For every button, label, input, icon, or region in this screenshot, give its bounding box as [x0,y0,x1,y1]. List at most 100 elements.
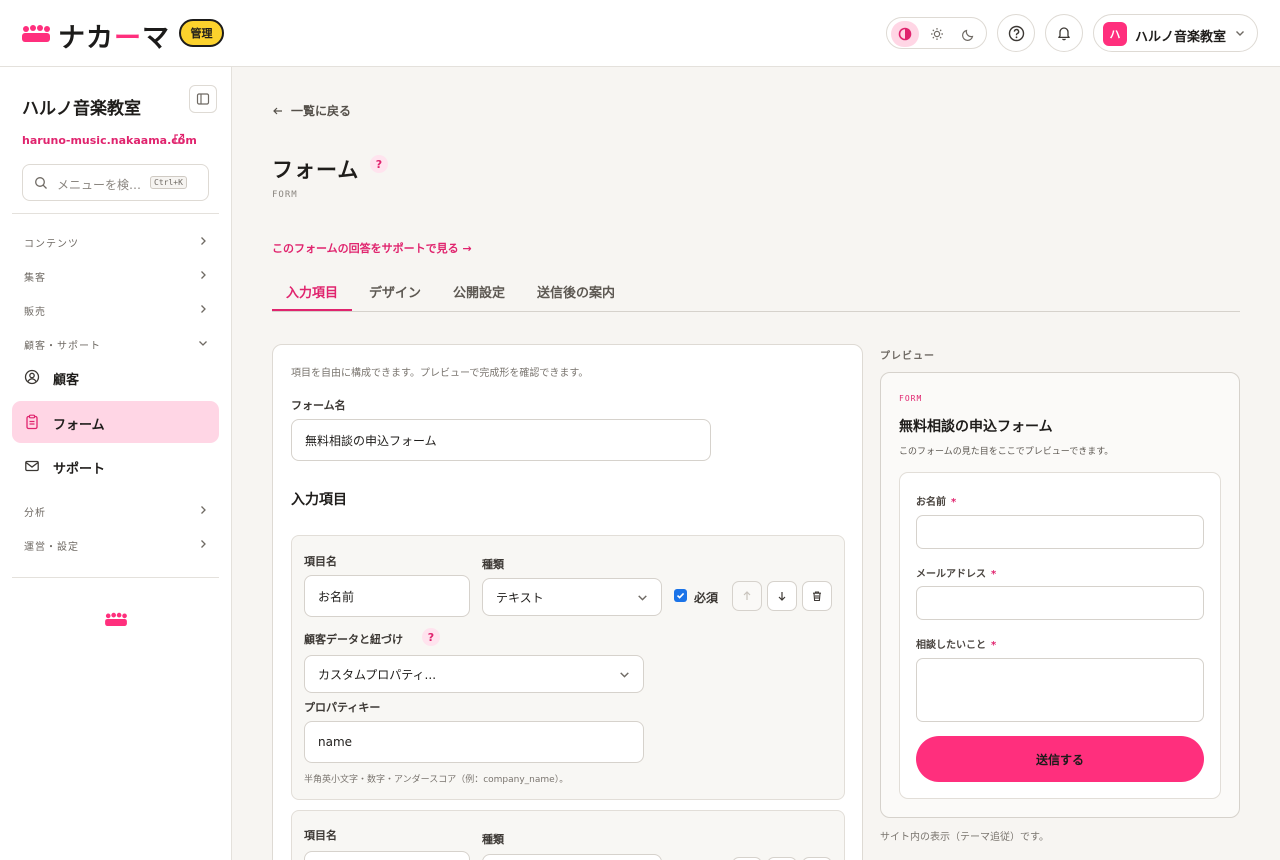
site-name: ハルノ音楽教室 [22,99,141,119]
editor-intro: 項目を自由に構成できます。プレビューで完成形を確認できます。 [291,368,589,379]
property-key-value: name [318,735,353,749]
chevron-right-icon [201,506,206,514]
group-label: 販売 [24,307,46,318]
sidebar-item-customers[interactable]: 顧客 [12,356,219,398]
field-name-label: 項目名 [304,829,337,842]
field-name-value: お名前 [318,589,355,604]
field-name-input[interactable] [304,851,470,860]
help-question-icon[interactable]: ? [370,155,388,173]
sidebar-item-forms[interactable]: フォーム [12,401,219,443]
help-question-icon[interactable]: ? [422,628,440,646]
sidebar-group-operations[interactable]: 運営・設定 [12,534,219,556]
arrow-up-icon [743,591,751,600]
brand-logo[interactable]: ナカーマ [58,16,170,55]
preview-title: 無料相談の申込フォーム [899,419,1053,435]
field-type-select[interactable] [482,854,662,860]
help-icon [1008,25,1024,41]
chevron-down-icon [638,595,647,601]
sidebar-group-sales[interactable]: 販売 [12,299,219,321]
chevron-right-icon [201,305,206,313]
view-in-support-link[interactable]: このフォームの回答をサポートで見る → [272,240,472,256]
property-key-input[interactable]: name [304,721,644,763]
field-type-select[interactable]: テキスト [482,578,662,616]
sidebar-item-label: サポート [53,462,106,477]
preview-submit-button[interactable]: 送信する [916,736,1204,782]
field-name-input[interactable]: お名前 [304,575,470,617]
admin-badge: 管理 [179,19,224,47]
fields-heading: 入力項目 [291,492,347,508]
back-to-list-link[interactable]: 一覧に戻る [272,102,351,119]
move-up-button[interactable] [732,581,762,611]
link-customer-data-label: 顧客データと紐づけ [304,633,403,646]
search-shortcut: Ctrl+K [150,176,187,189]
delete-field-button[interactable] [802,581,832,611]
group-label: 分析 [24,508,46,519]
chevron-right-icon [201,271,206,279]
sidebar-divider [12,213,219,214]
sidebar-group-analytics[interactable]: 分析 [12,500,219,522]
group-label: 集客 [24,273,46,284]
chevron-down-icon [199,341,207,346]
trash-icon [813,591,821,602]
tab-after-submit[interactable]: 送信後の案内 [537,282,615,301]
help-button[interactable] [997,14,1035,52]
sidebar-collapse-button[interactable] [189,85,217,113]
notifications-button[interactable] [1045,14,1083,52]
external-link-icon[interactable] [173,133,185,145]
tab-design[interactable]: デザイン [369,282,421,301]
form-name-label: フォーム名 [291,399,346,412]
group-label: コンテンツ [24,239,79,250]
theme-toggle [886,17,987,49]
customer-property-select[interactable]: カスタムプロパティ... [304,655,644,693]
sidebar-item-label: 顧客 [53,373,80,388]
field-type-label: 種類 [482,833,504,846]
sun-icon [931,28,943,40]
top-bar: ナカーマ 管理 ハ ハルノ音楽教室 [0,0,1280,67]
bell-icon [1058,27,1070,41]
site-url-link[interactable]: haruno-music.nakaama.com [22,134,197,147]
theme-light-button[interactable] [923,21,951,47]
field-type-label: 種類 [482,558,504,571]
preview-email-input[interactable] [916,586,1204,620]
property-key-label: プロパティキー [304,701,381,714]
preview-field-label: メールアドレス * [916,569,997,580]
preview-name-input[interactable] [916,515,1204,549]
theme-dark-button[interactable] [955,21,983,47]
required-checkbox[interactable] [674,589,687,602]
menu-search[interactable]: メニューを検… Ctrl+K [22,164,209,201]
tab-publish[interactable]: 公開設定 [453,282,505,301]
mail-icon [25,460,39,472]
arrow-down-icon [778,592,786,601]
preview-label: プレビュー [880,351,935,362]
sidebar-item-support[interactable]: サポート [12,445,219,487]
tab-bar: 入力項目 デザイン 公開設定 送信後の案内 [272,272,1240,312]
account-menu[interactable]: ハ ハルノ音楽教室 [1093,14,1258,52]
group-label: 顧客・サポート [24,341,101,352]
search-icon [35,177,47,189]
sidebar-group-customer-support[interactable]: 顧客・サポート [12,333,219,355]
sidebar-divider [12,577,219,578]
account-name: ハルノ音楽教室 [1135,30,1227,45]
page-title: フォーム [272,158,360,182]
clipboard-icon [26,414,38,430]
chevron-down-icon [1236,31,1244,36]
preview-description: このフォームの見た目をここでプレビューできます。 [899,447,1114,457]
preview-consult-textarea[interactable] [916,658,1204,722]
theme-auto-button[interactable] [891,21,919,47]
chevron-right-icon [201,237,206,245]
move-down-button[interactable] [767,581,797,611]
sidebar-group-contents[interactable]: コンテンツ [12,231,219,253]
group-label: 運営・設定 [24,542,79,553]
sidebar-group-acquisition[interactable]: 集客 [12,265,219,287]
logo-people-icon [22,25,50,42]
preview-eyebrow: FORM [899,394,923,403]
tab-fields[interactable]: 入力項目 [286,282,338,301]
field-name-label: 項目名 [304,555,337,568]
form-name-input[interactable]: 無料相談の申込フォーム [291,419,711,461]
arrow-left-icon [273,107,282,114]
chevron-down-icon [620,672,629,678]
sidebar: ハルノ音楽教室 haruno-music.nakaama.com メニューを検…… [0,67,232,860]
logo-people-icon [105,612,127,626]
preview-field-label: お名前 * [916,497,957,508]
account-avatar: ハ [1103,22,1127,46]
